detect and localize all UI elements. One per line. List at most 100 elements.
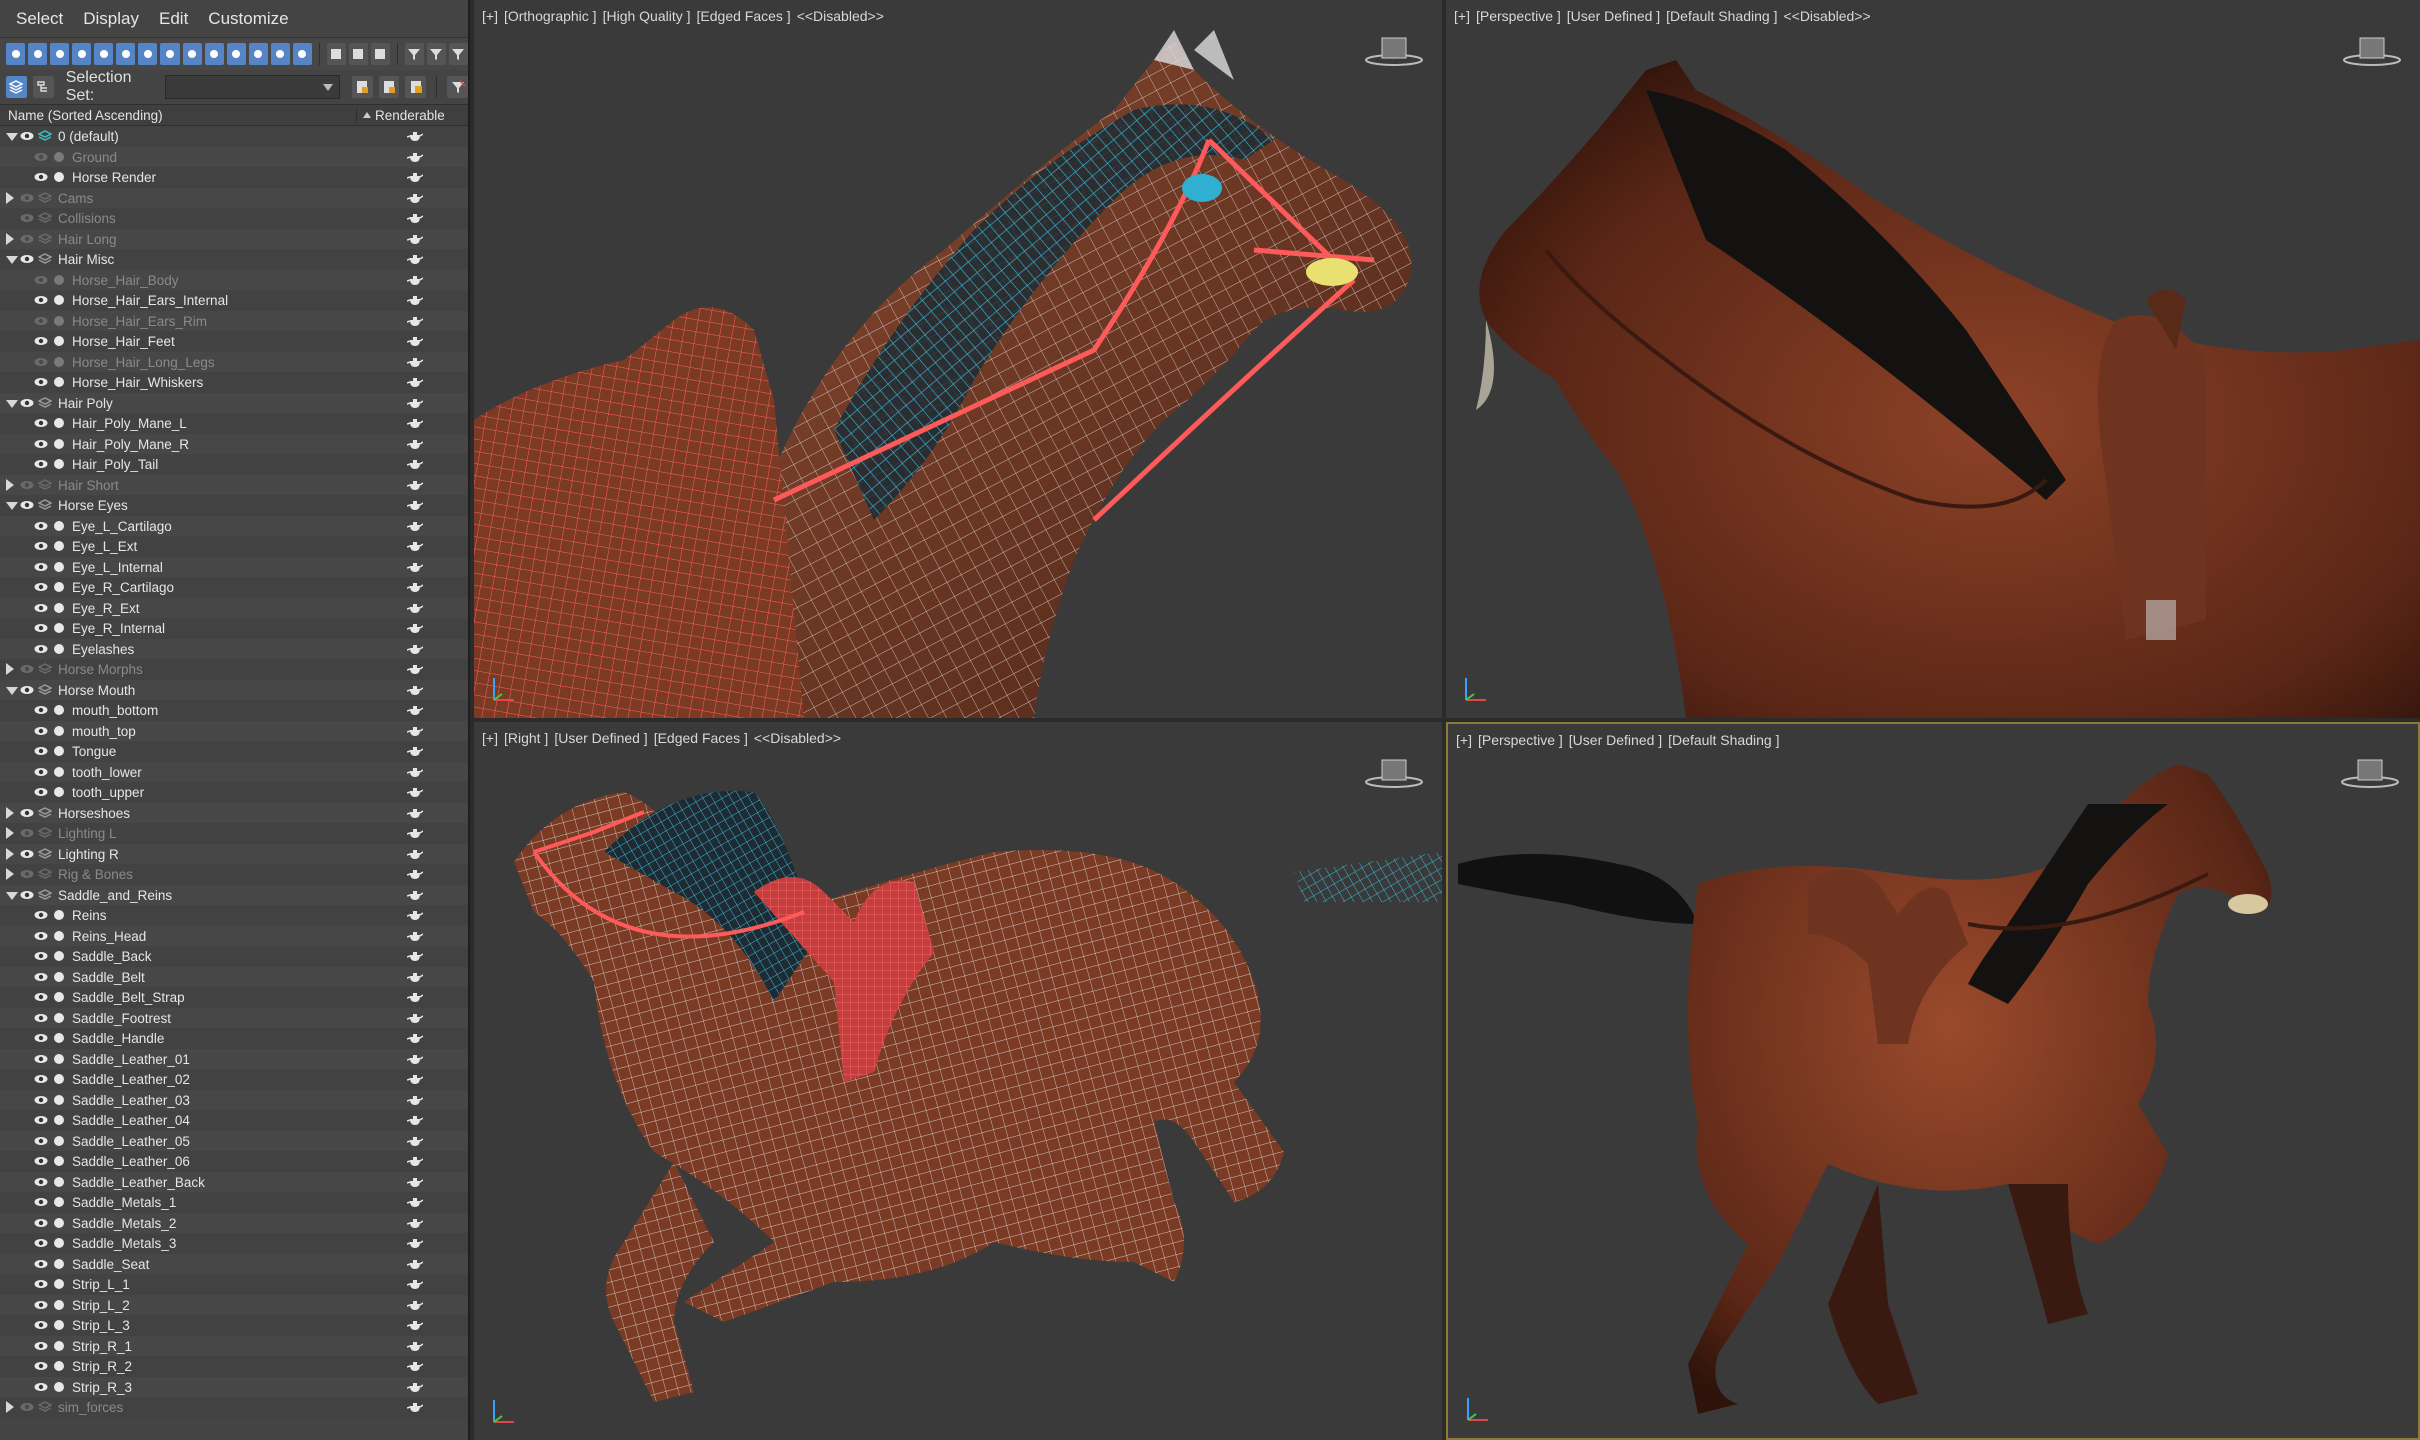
expand-closed-icon[interactable] [6,827,14,839]
viewport-label[interactable]: [+] [Right ] [User Defined ] [Edged Faces ]… [482,730,847,746]
object-row[interactable]: Saddle_Footrest [0,1007,468,1028]
object-row[interactable]: Saddle_Metals_1 [0,1192,468,1213]
filter-frozen-icon[interactable] [248,43,268,65]
renderable-teapot-icon[interactable] [407,416,423,430]
object-row[interactable]: Horse_Hair_Long_Legs [0,351,468,372]
renderable-teapot-icon[interactable] [407,703,423,717]
renderable-teapot-icon[interactable] [407,908,423,922]
visibility-eye-icon[interactable] [20,131,34,140]
renderable-teapot-icon[interactable] [407,1318,423,1332]
object-row[interactable]: Eye_L_Cartilago [0,515,468,536]
expand-open-icon[interactable] [6,256,18,264]
create-selection-set-icon[interactable] [351,76,373,98]
object-row[interactable]: Saddle_Metals_3 [0,1233,468,1254]
viewport-orthographic[interactable]: [+] [Orthographic ] [High Quality ] [Edged … [474,0,1442,718]
visibility-eye-icon[interactable] [34,418,48,427]
view-doc-icon[interactable] [370,43,390,65]
renderable-teapot-icon[interactable] [407,1195,423,1209]
layer-row[interactable]: Horse Eyes [0,495,468,516]
renderable-teapot-icon[interactable] [407,1113,423,1127]
object-row[interactable]: Eye_L_Ext [0,536,468,557]
filter-particle-icon[interactable] [182,43,202,65]
renderable-column-header[interactable]: Renderable [356,107,468,123]
renderable-teapot-icon[interactable] [407,355,423,369]
layer-row[interactable]: Rig & Bones [0,864,468,885]
visibility-eye-icon[interactable] [34,603,48,612]
viewport-label[interactable]: [+] [Perspective ] [User Defined ] [Default… [1456,732,1785,748]
object-row[interactable]: Tongue [0,741,468,762]
object-row[interactable]: Horse_Hair_Ears_Rim [0,310,468,331]
renderable-teapot-icon[interactable] [407,170,423,184]
layer-row[interactable]: Hair Poly [0,392,468,413]
add-to-set-icon[interactable] [378,76,400,98]
object-row[interactable]: Eye_R_Cartilago [0,577,468,598]
object-row[interactable]: Horse_Hair_Whiskers [0,372,468,393]
renderable-teapot-icon[interactable] [407,150,423,164]
object-row[interactable]: Saddle_Leather_Back [0,1171,468,1192]
viewport-perspective-active[interactable]: [+] [Perspective ] [User Defined ] [Default… [1446,722,2420,1440]
object-row[interactable]: tooth_upper [0,782,468,803]
renderable-teapot-icon[interactable] [407,1154,423,1168]
object-row[interactable]: Horse_Hair_Ears_Internal [0,290,468,311]
visibility-eye-icon[interactable] [20,849,34,858]
viewcube-icon[interactable] [2340,752,2400,792]
expand-closed-icon[interactable] [6,663,14,675]
layer-row[interactable]: Horse Mouth [0,679,468,700]
object-row[interactable]: tooth_lower [0,761,468,782]
visibility-eye-icon[interactable] [34,1279,48,1288]
renderable-teapot-icon[interactable] [407,1031,423,1045]
object-row[interactable]: Ground [0,146,468,167]
renderable-teapot-icon[interactable] [407,744,423,758]
object-row[interactable]: Saddle_Seat [0,1253,468,1274]
expand-open-icon[interactable] [6,399,18,408]
renderable-teapot-icon[interactable] [407,437,423,451]
menu-select[interactable]: Select [8,9,75,29]
object-row[interactable]: Saddle_Leather_02 [0,1069,468,1090]
object-row[interactable]: Saddle_Back [0,946,468,967]
renderable-teapot-icon[interactable] [407,990,423,1004]
renderable-teapot-icon[interactable] [407,314,423,328]
renderable-teapot-icon[interactable] [407,191,423,205]
object-row[interactable]: Hair_Poly_Mane_L [0,413,468,434]
visibility-eye-icon[interactable] [34,1136,48,1145]
visibility-eye-icon[interactable] [34,336,48,345]
object-row[interactable]: Horse_Hair_Body [0,269,468,290]
visibility-eye-icon[interactable] [34,1218,48,1227]
layer-row[interactable]: Horse Morphs [0,659,468,680]
renderable-teapot-icon[interactable] [407,1400,423,1414]
renderable-teapot-icon[interactable] [407,1359,423,1373]
viewcube-icon[interactable] [2342,30,2402,70]
renderable-teapot-icon[interactable] [407,273,423,287]
object-row[interactable]: Saddle_Handle [0,1028,468,1049]
visibility-eye-icon[interactable] [34,1074,48,1083]
visibility-eye-icon[interactable] [34,295,48,304]
visibility-eye-icon[interactable] [20,254,34,263]
renderable-teapot-icon[interactable] [407,867,423,881]
viewcube-icon[interactable] [1364,30,1424,70]
view-table-icon[interactable] [348,43,368,65]
expand-open-icon[interactable] [6,133,18,141]
filter-eye-icon[interactable] [292,43,312,65]
renderable-teapot-icon[interactable] [407,621,423,635]
filter-clear-icon[interactable] [447,76,468,98]
renderable-teapot-icon[interactable] [407,580,423,594]
menu-display[interactable]: Display [75,9,151,29]
object-row[interactable]: Eye_R_Ext [0,597,468,618]
visibility-eye-icon[interactable] [20,193,34,202]
renderable-teapot-icon[interactable] [407,519,423,533]
object-row[interactable]: Strip_L_2 [0,1294,468,1315]
visibility-eye-icon[interactable] [34,439,48,448]
menu-customize[interactable]: Customize [200,9,300,29]
expand-open-icon[interactable] [6,686,18,695]
expand-open-icon[interactable] [6,502,18,510]
visibility-eye-icon[interactable] [20,808,34,817]
expand-closed-icon[interactable] [6,232,14,245]
filter-xref-icon[interactable] [204,43,224,65]
object-row[interactable]: Strip_R_3 [0,1376,468,1397]
filter-spacewarp-icon[interactable] [116,43,136,65]
visibility-eye-icon[interactable] [34,1033,48,1042]
renderable-teapot-icon[interactable] [407,683,423,697]
renderable-teapot-icon[interactable] [407,1052,423,1066]
object-row[interactable]: Saddle_Leather_03 [0,1089,468,1110]
renderable-teapot-icon[interactable] [407,232,423,246]
